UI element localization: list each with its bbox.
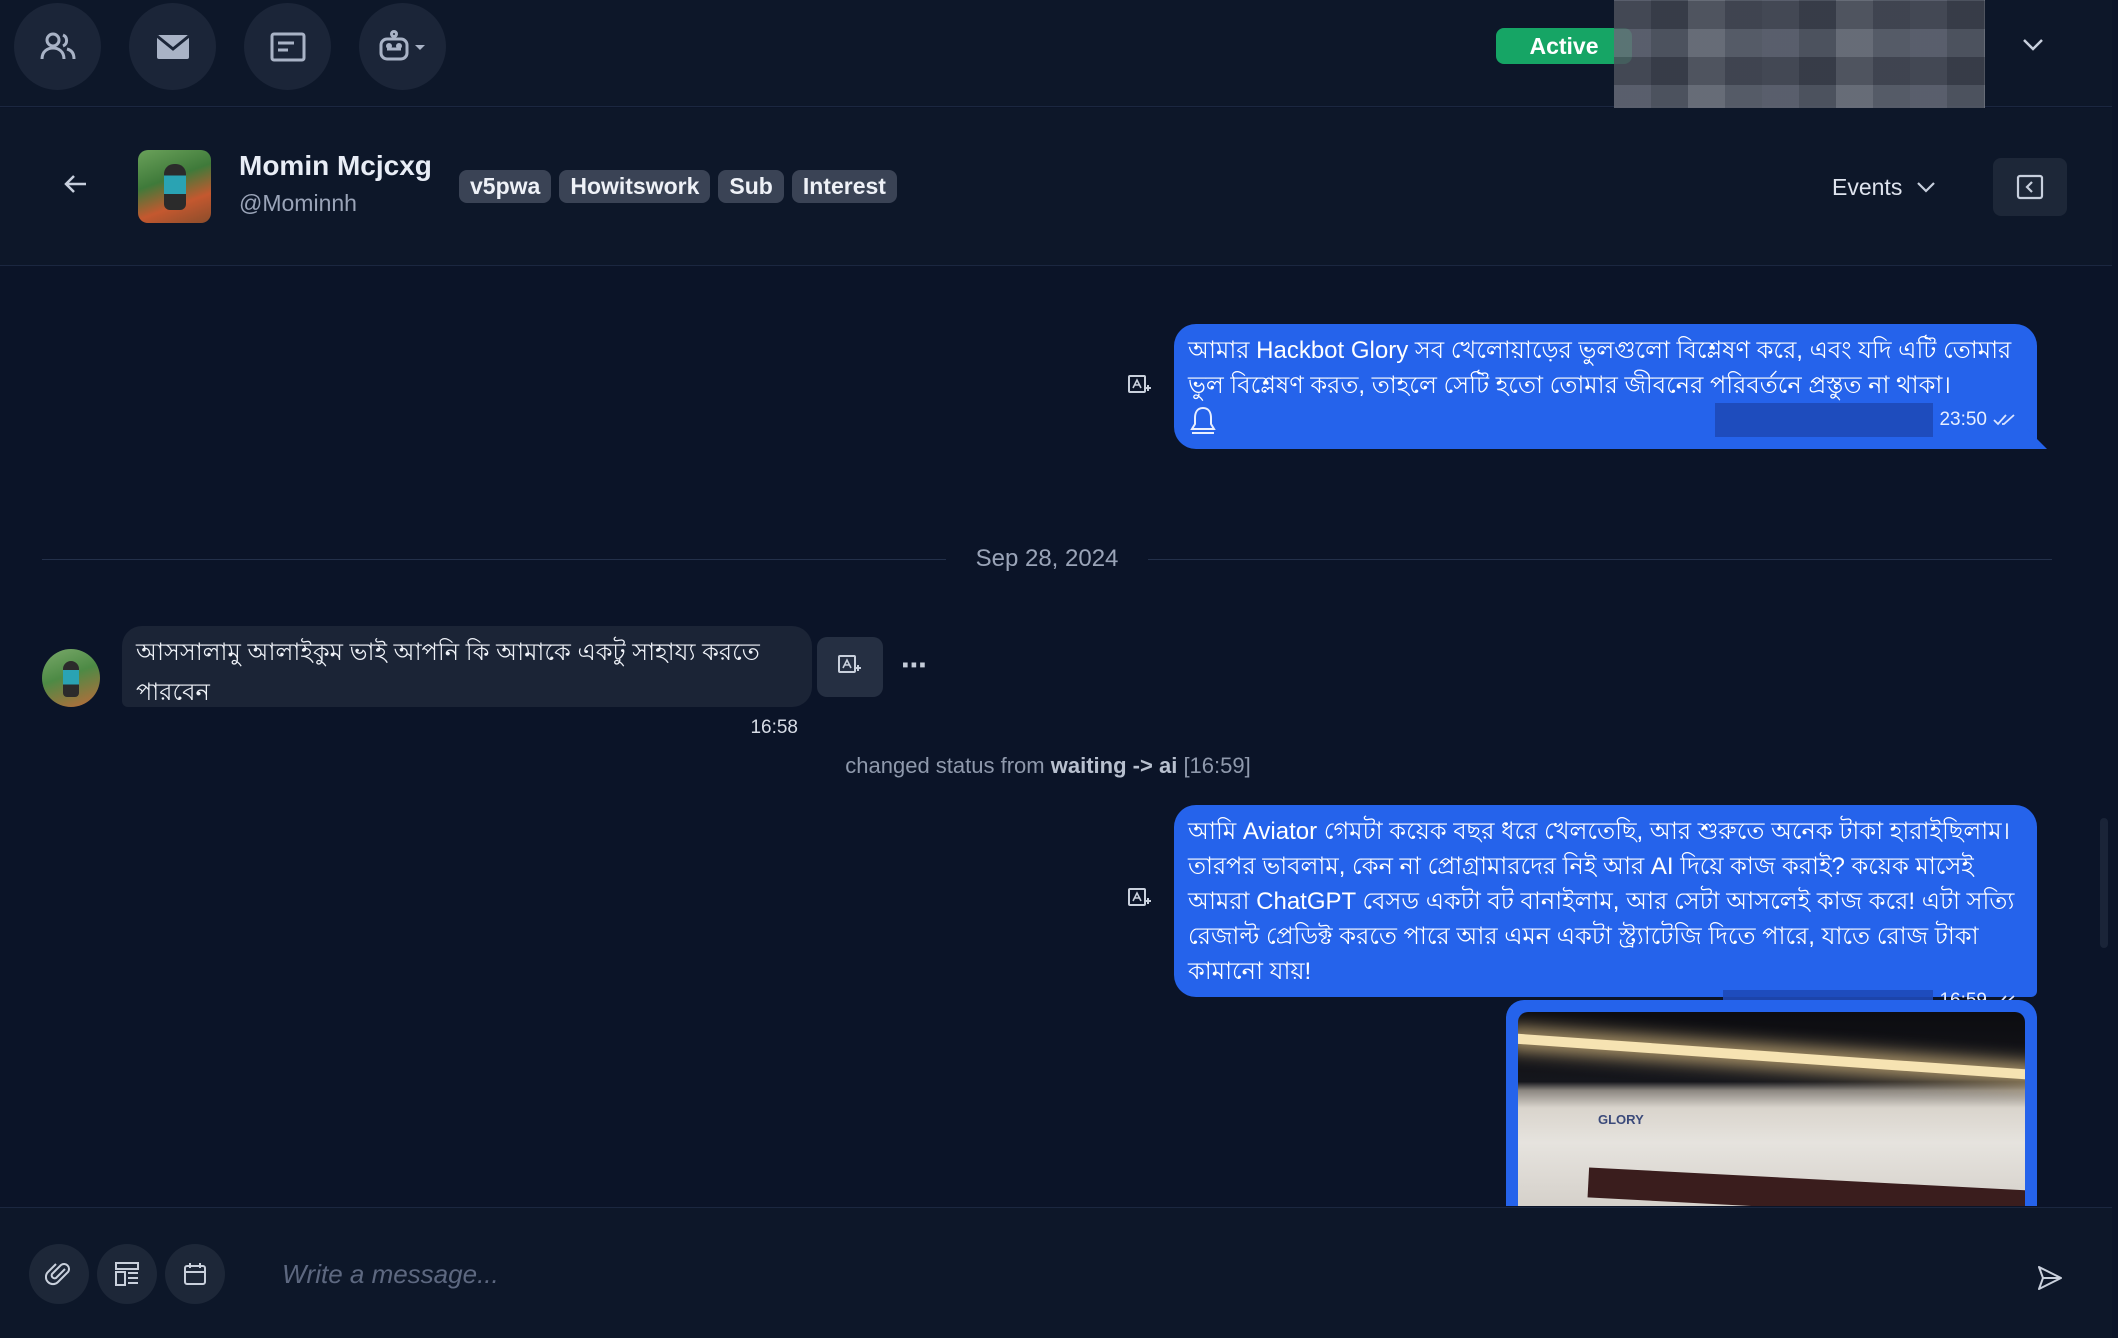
- message-time: 23:50: [1939, 409, 1987, 430]
- bot-icon: [379, 29, 425, 60]
- tag-list: v5pwa Howitswork Sub Interest: [459, 170, 897, 203]
- message-composer: [0, 1207, 2112, 1338]
- translate-icon[interactable]: [1127, 374, 1153, 400]
- templates-button[interactable]: [97, 1244, 157, 1304]
- incoming-message[interactable]: আসসালামু আলাইকুম ভাই আপনি কি আমাকে একটু …: [122, 626, 812, 738]
- message-text: আসসালামু আলাইকুম ভাই আপনি কি আমাকে একটু …: [136, 639, 760, 706]
- blurred-profile-area[interactable]: [1614, 0, 1985, 113]
- outgoing-message[interactable]: আমি Aviator গেমটা কয়েক বছর ধরে খেলতেছি,…: [1174, 805, 2037, 1012]
- mail-icon: [155, 34, 190, 59]
- translate-button[interactable]: [817, 637, 883, 697]
- chevron-down-icon[interactable]: [2018, 30, 2048, 60]
- paperclip-icon: [45, 1263, 70, 1286]
- panel-toggle-button[interactable]: [1993, 158, 2067, 216]
- contact-handle: @Mominnh: [239, 190, 357, 216]
- scrollbar-thumb[interactable]: [2100, 818, 2108, 948]
- translate-icon[interactable]: [1127, 887, 1153, 913]
- template-icon: [115, 1262, 139, 1286]
- events-dropdown[interactable]: Events: [1832, 170, 1936, 204]
- message-time: 16:58: [750, 717, 798, 738]
- message-list[interactable]: আমার Hackbot Glory সব খেলোয়াড়ের ভুলগুল…: [0, 267, 2112, 1206]
- attached-photo[interactable]: GLORY: [1518, 1012, 2025, 1206]
- date-label: Sep 28, 2024: [975, 545, 1119, 572]
- attach-button[interactable]: [29, 1244, 89, 1304]
- status-change-note: changed status from waiting -> ai [16:59…: [845, 753, 1251, 778]
- collapse-panel-icon: [2016, 174, 2044, 200]
- schedule-button[interactable]: [165, 1244, 225, 1304]
- send-icon: [2038, 1266, 2062, 1290]
- date-divider: Sep 28, 2024: [42, 543, 2053, 575]
- mail-button[interactable]: [129, 3, 216, 90]
- tag-v5pwa[interactable]: v5pwa: [459, 170, 552, 203]
- tag-interest[interactable]: Interest: [791, 170, 897, 203]
- inbox-icon: [270, 32, 305, 61]
- more-options-icon[interactable]: ⋯: [898, 651, 930, 681]
- contact-avatar[interactable]: [138, 150, 211, 223]
- events-label: Events: [1832, 173, 1903, 200]
- bell-icon[interactable]: [1188, 404, 1218, 436]
- outgoing-message[interactable]: আমার Hackbot Glory সব খেলোয়াড়ের ভুলগুল…: [1174, 324, 2047, 449]
- bot-menu-button[interactable]: [359, 3, 446, 90]
- sender-avatar[interactable]: [42, 649, 100, 707]
- translate-icon: [838, 655, 861, 673]
- send-button[interactable]: [2030, 1258, 2070, 1298]
- image-message[interactable]: GLORY: [1506, 1000, 2037, 1206]
- message-input[interactable]: [280, 1248, 1980, 1300]
- redacted-sender: [1715, 403, 1934, 437]
- message-text: আমি Aviator গেমটা কয়েক বছর ধরে খেলতেছি,…: [1188, 818, 2015, 985]
- caret-down-icon: [414, 44, 425, 50]
- contact-name: Momin Mcjcxg: [239, 150, 432, 181]
- inbox-button[interactable]: [244, 3, 331, 90]
- contact-header: Momin Mcjcxg @Mominnh v5pwa Howitswork S…: [0, 108, 2112, 266]
- contacts-icon: [40, 32, 75, 59]
- top-bar: Active: [0, 0, 2112, 113]
- status-badge: Active: [1496, 28, 1632, 64]
- tag-sub[interactable]: Sub: [718, 170, 784, 203]
- screen-logo: GLORY: [1598, 1112, 1644, 1127]
- calendar-icon: [184, 1263, 206, 1285]
- contacts-button[interactable]: [14, 3, 101, 90]
- chevron-down-icon: [1917, 182, 1936, 193]
- tag-howitswork[interactable]: Howitswork: [559, 170, 711, 203]
- back-arrow-icon[interactable]: [60, 168, 92, 200]
- message-text: আমার Hackbot Glory সব খেলোয়াড়ের ভুলগুল…: [1188, 337, 2012, 399]
- double-check-icon: [1993, 414, 2015, 426]
